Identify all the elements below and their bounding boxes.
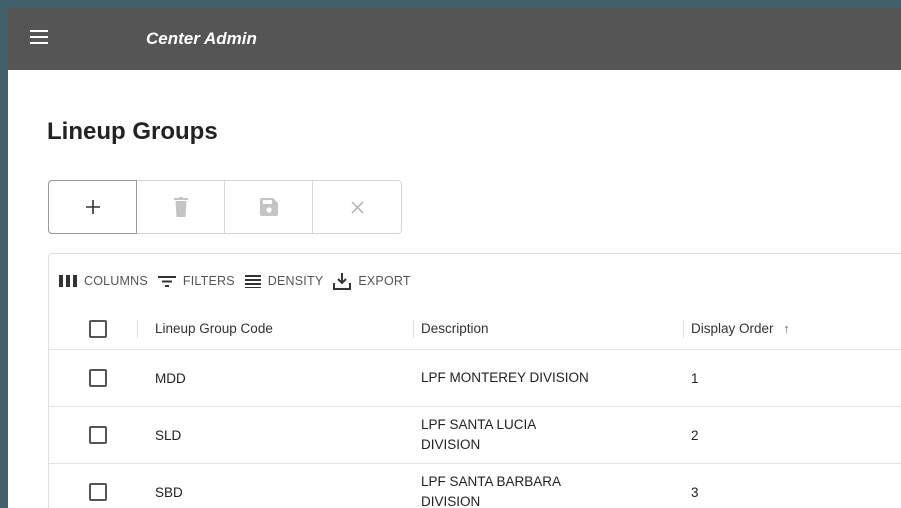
export-button[interactable]: EXPORT <box>333 272 411 290</box>
columns-icon <box>59 275 77 287</box>
export-label: EXPORT <box>358 274 411 288</box>
save-button[interactable] <box>225 181 313 233</box>
column-header-code[interactable]: Lineup Group Code <box>137 318 413 340</box>
page-title: Lineup Groups <box>47 118 218 145</box>
trash-icon <box>173 197 188 217</box>
cell-display-order: 2 <box>691 427 699 443</box>
sort-ascending-icon[interactable]: ↑ <box>783 318 790 340</box>
row-select-cell <box>49 483 137 501</box>
app-bar: Center Admin <box>8 8 901 70</box>
data-grid: COLUMNS FILTERS DENSITY EXPORT Lineup Gr… <box>48 253 901 508</box>
table-row[interactable]: MDD LPF MONTEREY DIVISION 1 <box>49 349 901 406</box>
columns-label: COLUMNS <box>84 274 148 288</box>
app-title: Center Admin <box>146 29 257 48</box>
row-select-cell <box>49 426 137 444</box>
plus-icon <box>85 200 100 214</box>
select-all-cell <box>49 320 137 338</box>
column-separator[interactable] <box>683 320 684 338</box>
row-select-cell <box>49 369 137 387</box>
cell-description-text: LPF SANTA LUCIA DIVISION <box>421 417 536 452</box>
menu-icon[interactable] <box>30 30 48 44</box>
cell-display-order: 3 <box>691 484 699 500</box>
table-row[interactable]: SLD LPF SANTA LUCIA DIVISION 2 <box>49 406 901 463</box>
save-icon <box>259 198 278 216</box>
cancel-button[interactable] <box>313 181 401 233</box>
column-separator[interactable] <box>137 320 138 338</box>
density-label: DENSITY <box>267 274 324 288</box>
column-separator[interactable] <box>413 320 414 338</box>
row-checkbox[interactable] <box>89 483 107 501</box>
row-checkbox[interactable] <box>89 369 107 387</box>
cell-description: LPF MONTEREY DIVISION <box>413 368 683 388</box>
column-header-label: Display Order <box>691 321 774 336</box>
density-icon <box>244 275 261 288</box>
table-row[interactable]: SBD LPF SANTA BARBARA DIVISION 3 <box>49 463 901 508</box>
download-icon <box>333 273 352 290</box>
cell-code: SLD <box>155 427 182 443</box>
row-checkbox[interactable] <box>89 426 107 444</box>
cell-display-order: 1 <box>691 370 699 386</box>
column-header-label: Description <box>421 321 489 336</box>
delete-button[interactable] <box>137 181 225 233</box>
cell-code: MDD <box>155 370 186 386</box>
column-header-description[interactable]: Description <box>413 318 683 340</box>
cell-description-text: LPF MONTEREY DIVISION <box>421 370 589 385</box>
columns-button[interactable]: COLUMNS <box>59 274 148 288</box>
cell-description-text: LPF SANTA BARBARA DIVISION <box>421 474 561 508</box>
filters-label: FILTERS <box>182 274 235 288</box>
filter-icon <box>157 276 176 287</box>
cell-code: SBD <box>155 484 183 500</box>
add-button[interactable] <box>48 180 137 234</box>
app-window: Center Admin Lineup Groups COLUMNS FILTE… <box>8 8 901 508</box>
density-button[interactable]: DENSITY <box>244 274 324 288</box>
cell-description: LPF SANTA BARBARA DIVISION <box>413 472 683 508</box>
close-icon <box>350 200 364 214</box>
table-header-row: Lineup Group Code Description Display Or… <box>49 309 901 349</box>
column-header-display-order[interactable]: Display Order ↑ <box>683 318 901 340</box>
grid-toolbar: COLUMNS FILTERS DENSITY EXPORT <box>59 272 421 290</box>
filters-button[interactable]: FILTERS <box>157 274 235 288</box>
action-bar <box>48 180 402 234</box>
select-all-checkbox[interactable] <box>89 320 107 338</box>
column-header-label: Lineup Group Code <box>155 321 273 336</box>
cell-description: LPF SANTA LUCIA DIVISION <box>413 415 683 455</box>
